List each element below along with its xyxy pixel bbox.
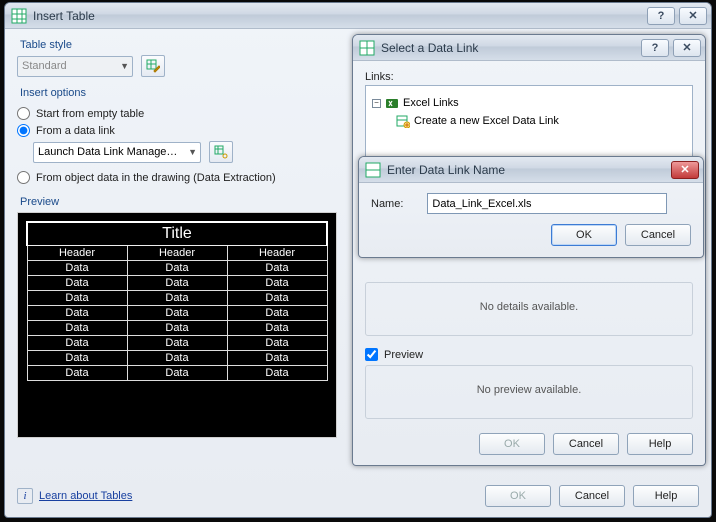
name-field[interactable] bbox=[427, 193, 667, 214]
help-titlebar-button[interactable]: ? bbox=[641, 39, 669, 57]
app-icon bbox=[359, 40, 375, 56]
table-row: DataDataData bbox=[27, 366, 327, 381]
chevron-down-icon: ▼ bbox=[188, 147, 197, 157]
tree-collapse-icon[interactable]: − bbox=[372, 99, 381, 108]
preview-table: Title HeaderHeaderHeader DataDataData Da… bbox=[26, 221, 328, 381]
close-titlebar-button[interactable]: ✕ bbox=[671, 161, 699, 179]
window-title: Enter Data Link Name bbox=[387, 163, 671, 177]
titlebar: Select a Data Link ? ✕ bbox=[353, 35, 705, 61]
help-titlebar-button[interactable]: ? bbox=[647, 7, 675, 25]
no-details-text: No details available. bbox=[376, 289, 682, 325]
data-link-select-value: Launch Data Link Manage… bbox=[38, 146, 177, 158]
help-button[interactable]: Help bbox=[633, 485, 699, 507]
links-label: Links: bbox=[365, 71, 693, 83]
table-row: DataDataData bbox=[27, 306, 327, 321]
table-edit-icon bbox=[146, 59, 160, 73]
cancel-button[interactable]: Cancel bbox=[559, 485, 625, 507]
table-style-select[interactable]: Standard ▼ bbox=[17, 56, 133, 77]
titlebar: Enter Data Link Name ✕ bbox=[359, 157, 703, 183]
table-row: DataDataData bbox=[27, 291, 327, 306]
tree-root-label: Excel Links bbox=[403, 97, 459, 109]
tree-item-create-link[interactable]: Create a new Excel Data Link bbox=[396, 112, 688, 130]
tree-item-label: Create a new Excel Data Link bbox=[414, 115, 559, 127]
table-style-label: Table style bbox=[17, 39, 337, 51]
preview-group: No preview available. bbox=[365, 365, 693, 419]
table-row: DataDataData bbox=[27, 351, 327, 366]
table-row: DataDataData bbox=[27, 276, 327, 291]
close-titlebar-button[interactable]: ✕ bbox=[679, 7, 707, 25]
cancel-button[interactable]: Cancel bbox=[625, 224, 691, 246]
learn-about-tables-link[interactable]: Learn about Tables bbox=[39, 490, 132, 502]
table-style-value: Standard bbox=[22, 60, 67, 72]
enter-data-link-name-window: Enter Data Link Name ✕ Name: OK Cancel bbox=[358, 156, 704, 258]
no-preview-text: No preview available. bbox=[376, 372, 682, 408]
app-icon bbox=[365, 162, 381, 178]
launch-data-link-button[interactable] bbox=[209, 141, 233, 163]
insert-options-label: Insert options bbox=[17, 87, 337, 99]
radio-data-extraction[interactable]: From object data in the drawing (Data Ex… bbox=[17, 171, 337, 184]
window-title: Select a Data Link bbox=[381, 41, 641, 55]
help-button[interactable]: Help bbox=[627, 433, 693, 455]
table-row: DataDataData bbox=[27, 321, 327, 336]
preview-checkbox[interactable]: Preview bbox=[365, 348, 693, 361]
info-icon: i bbox=[17, 488, 33, 504]
preview-header-row: HeaderHeaderHeader bbox=[27, 246, 327, 261]
ok-button[interactable]: OK bbox=[485, 485, 551, 507]
preview-panel: Title HeaderHeaderHeader DataDataData Da… bbox=[17, 212, 337, 438]
ok-button[interactable]: OK bbox=[479, 433, 545, 455]
new-link-icon bbox=[396, 114, 410, 128]
excel-links-icon bbox=[385, 96, 399, 110]
data-link-icon bbox=[214, 145, 228, 159]
table-row: DataDataData bbox=[27, 261, 327, 276]
preview-label: Preview bbox=[17, 196, 337, 208]
titlebar: Insert Table ? ✕ bbox=[5, 3, 711, 29]
radio-from-data-link[interactable]: From a data link bbox=[17, 124, 337, 137]
radio-start-empty[interactable]: Start from empty table bbox=[17, 107, 337, 120]
ok-button[interactable]: OK bbox=[551, 224, 617, 246]
edit-style-button[interactable] bbox=[141, 55, 165, 77]
details-group: No details available. bbox=[365, 282, 693, 336]
window-title: Insert Table bbox=[33, 9, 647, 23]
data-link-select[interactable]: Launch Data Link Manage… ▼ bbox=[33, 142, 201, 163]
chevron-down-icon: ▼ bbox=[120, 61, 129, 71]
name-label: Name: bbox=[371, 198, 403, 210]
preview-title-row: Title bbox=[27, 222, 327, 246]
tree-root-row[interactable]: − Excel Links bbox=[372, 94, 688, 112]
close-titlebar-button[interactable]: ✕ bbox=[673, 39, 701, 57]
cancel-button[interactable]: Cancel bbox=[553, 433, 619, 455]
table-row: DataDataData bbox=[27, 336, 327, 351]
app-icon bbox=[11, 8, 27, 24]
